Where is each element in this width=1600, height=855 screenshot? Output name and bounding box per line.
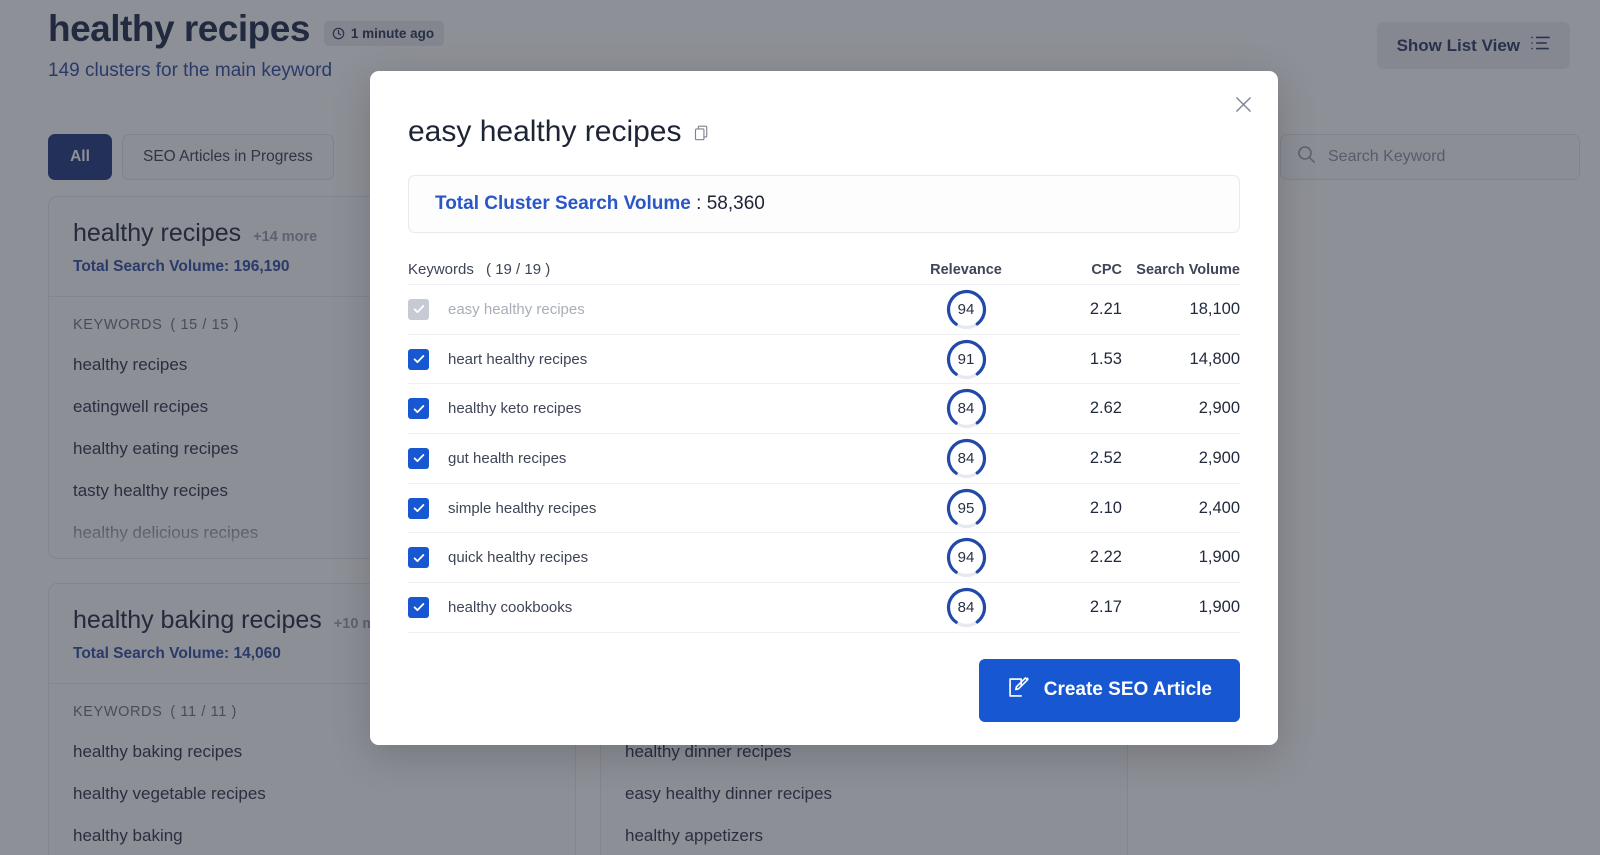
cpc-value: 1.53 <box>1022 350 1122 369</box>
keyword-row[interactable]: heart healthy recipes 91 1.5314,800 <box>408 334 1240 384</box>
relevance-gauge: 94 <box>910 536 1022 579</box>
keyword-text: gut health recipes <box>448 450 566 467</box>
modal-header: easy healthy recipes <box>370 71 1278 149</box>
modal-footer: Create SEO Article <box>370 635 1278 745</box>
cpc-value: 2.10 <box>1022 499 1122 518</box>
cpc-value: 2.62 <box>1022 399 1122 418</box>
relevance-gauge: 94 <box>910 288 1022 331</box>
keyword-text: healthy cookbooks <box>448 599 572 616</box>
search-volume-value: 14,800 <box>1122 350 1240 369</box>
relevance-gauge: 95 <box>910 487 1022 530</box>
keyword-row-list[interactable]: easy healthy recipes 94 2.2118,100 heart he… <box>408 284 1240 652</box>
relevance-score: 84 <box>945 437 988 480</box>
search-volume-value: 2,400 <box>1122 499 1240 518</box>
keyword-row[interactable]: healthy keto recipes 84 2.622,900 <box>408 383 1240 433</box>
keyword-table-header: Keywords ( 19 / 19 ) Relevance CPC Searc… <box>408 261 1240 284</box>
column-header-cpc: CPC <box>1022 262 1122 278</box>
app-root: healthy recipes 1 minute ago 149 cluster… <box>0 0 1600 855</box>
relevance-score: 94 <box>945 288 988 331</box>
cpc-value: 2.22 <box>1022 548 1122 567</box>
column-keywords-count: ( 19 / 19 ) <box>486 261 550 278</box>
keyword-checkbox[interactable] <box>408 547 429 568</box>
relevance-score: 91 <box>945 338 988 381</box>
create-seo-article-button[interactable]: Create SEO Article <box>979 659 1240 722</box>
keyword-checkbox[interactable] <box>408 349 429 370</box>
search-volume-value: 1,900 <box>1122 598 1240 617</box>
keyword-checkbox[interactable] <box>408 498 429 519</box>
total-volume-separator: : <box>691 193 707 214</box>
search-volume-value: 2,900 <box>1122 399 1240 418</box>
keyword-text: healthy keto recipes <box>448 400 581 417</box>
column-header-search-volume: Search Volume <box>1122 262 1240 278</box>
keyword-text: simple healthy recipes <box>448 500 596 517</box>
relevance-gauge: 84 <box>910 586 1022 629</box>
relevance-score: 94 <box>945 536 988 579</box>
keyword-checkbox[interactable] <box>408 597 429 618</box>
keyword-text: quick healthy recipes <box>448 549 588 566</box>
column-keywords-label: Keywords <box>408 261 474 278</box>
cpc-value: 2.21 <box>1022 300 1122 319</box>
copy-icon[interactable] <box>694 125 709 146</box>
relevance-score: 84 <box>945 387 988 430</box>
relevance-gauge: 91 <box>910 338 1022 381</box>
column-header-keywords: Keywords ( 19 / 19 ) <box>408 261 910 278</box>
create-seo-article-label: Create SEO Article <box>1044 679 1212 701</box>
keyword-row[interactable]: healthy cookbooks 84 2.171,900 <box>408 582 1240 632</box>
keyword-row[interactable]: easy healthy recipes 94 2.2118,100 <box>408 284 1240 334</box>
keyword-row[interactable]: simple healthy recipes 95 2.102,400 <box>408 483 1240 533</box>
keyword-checkbox[interactable] <box>408 448 429 469</box>
total-cluster-search-volume: Total Cluster Search Volume : 58,360 <box>408 175 1240 233</box>
keyword-row[interactable]: quick healthy recipes 94 2.221,900 <box>408 532 1240 582</box>
keyword-checkbox[interactable] <box>408 398 429 419</box>
close-icon[interactable] <box>1228 89 1258 119</box>
keyword-text: heart healthy recipes <box>448 351 587 368</box>
total-volume-label: Total Cluster Search Volume <box>435 193 691 214</box>
relevance-gauge: 84 <box>910 437 1022 480</box>
search-volume-value: 18,100 <box>1122 300 1240 319</box>
edit-square-icon <box>1007 676 1030 705</box>
cpc-value: 2.52 <box>1022 449 1122 468</box>
keyword-checkbox <box>408 299 429 320</box>
relevance-gauge: 84 <box>910 387 1022 430</box>
modal-title: easy healthy recipes <box>408 115 682 149</box>
keyword-text: easy healthy recipes <box>448 301 585 318</box>
cluster-detail-modal: easy healthy recipes Total Cluster Searc… <box>370 71 1278 745</box>
search-volume-value: 2,900 <box>1122 449 1240 468</box>
relevance-score: 84 <box>945 586 988 629</box>
keyword-row[interactable]: gut health recipes 84 2.522,900 <box>408 433 1240 483</box>
column-header-relevance: Relevance <box>910 262 1022 278</box>
search-volume-value: 1,900 <box>1122 548 1240 567</box>
cpc-value: 2.17 <box>1022 598 1122 617</box>
relevance-score: 95 <box>945 487 988 530</box>
total-volume-value: 58,360 <box>707 193 765 214</box>
